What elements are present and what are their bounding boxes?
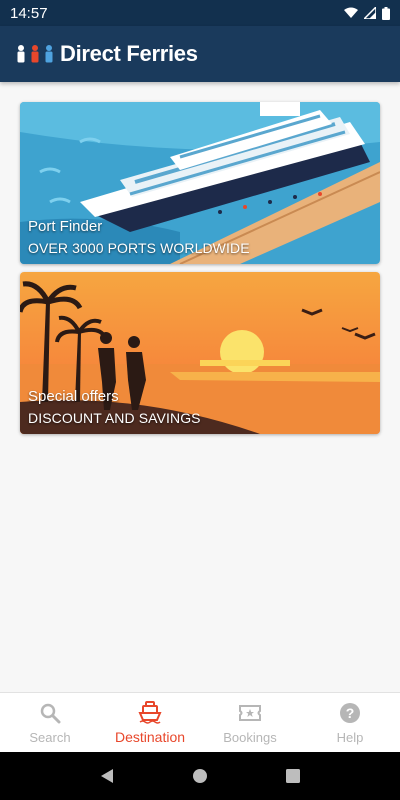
card-title: Special offers: [28, 388, 119, 405]
app-logo: Direct Ferries: [16, 41, 198, 67]
ticket-icon: [238, 701, 262, 725]
port-finder-text: Port Finder OVER 3000 PORTS WORLDWIDE: [28, 218, 250, 256]
main-content: Port Finder OVER 3000 PORTS WORLDWIDE Sp…: [0, 82, 400, 692]
svg-text:?: ?: [346, 705, 355, 721]
recents-icon[interactable]: [285, 768, 301, 784]
nav-item-help[interactable]: ? Help: [300, 693, 400, 752]
system-navigation-bar: [0, 752, 400, 800]
ship-icon: [138, 700, 162, 724]
status-time: 14:57: [10, 4, 48, 22]
nav-item-bookings[interactable]: Bookings: [200, 693, 300, 752]
nav-item-search[interactable]: Search: [0, 693, 100, 752]
help-icon: ?: [338, 701, 362, 725]
nav-label-bookings: Bookings: [223, 729, 277, 745]
card-subtitle: OVER 3000 PORTS WORLDWIDE: [28, 240, 250, 256]
nav-label-search: Search: [29, 729, 71, 745]
family-logo-icon: [17, 45, 53, 63]
nav-label-destination: Destination: [114, 729, 186, 745]
card-title: Port Finder: [28, 218, 103, 235]
special-offers-card[interactable]: Special offers DISCOUNT AND SAVINGS: [20, 272, 380, 434]
signal-icon: [364, 7, 376, 19]
wifi-icon: [344, 7, 358, 18]
app-bar: Direct Ferries: [0, 26, 400, 82]
back-icon[interactable]: [99, 768, 115, 784]
search-icon: [38, 701, 62, 725]
nav-item-destination[interactable]: Destination: [100, 693, 200, 752]
port-finder-card[interactable]: Port Finder OVER 3000 PORTS WORLDWIDE: [20, 102, 380, 264]
status-icons: [344, 6, 390, 20]
logo-text: Direct Ferries: [60, 41, 198, 66]
special-offers-text: Special offers DISCOUNT AND SAVINGS: [28, 388, 201, 426]
bottom-navigation: Search Destination Bookings ? Help: [0, 692, 400, 752]
status-bar: 14:57: [0, 0, 400, 26]
nav-label-help: Help: [336, 729, 364, 745]
card-subtitle: DISCOUNT AND SAVINGS: [28, 410, 201, 426]
battery-icon: [382, 6, 390, 20]
home-icon[interactable]: [192, 768, 208, 784]
